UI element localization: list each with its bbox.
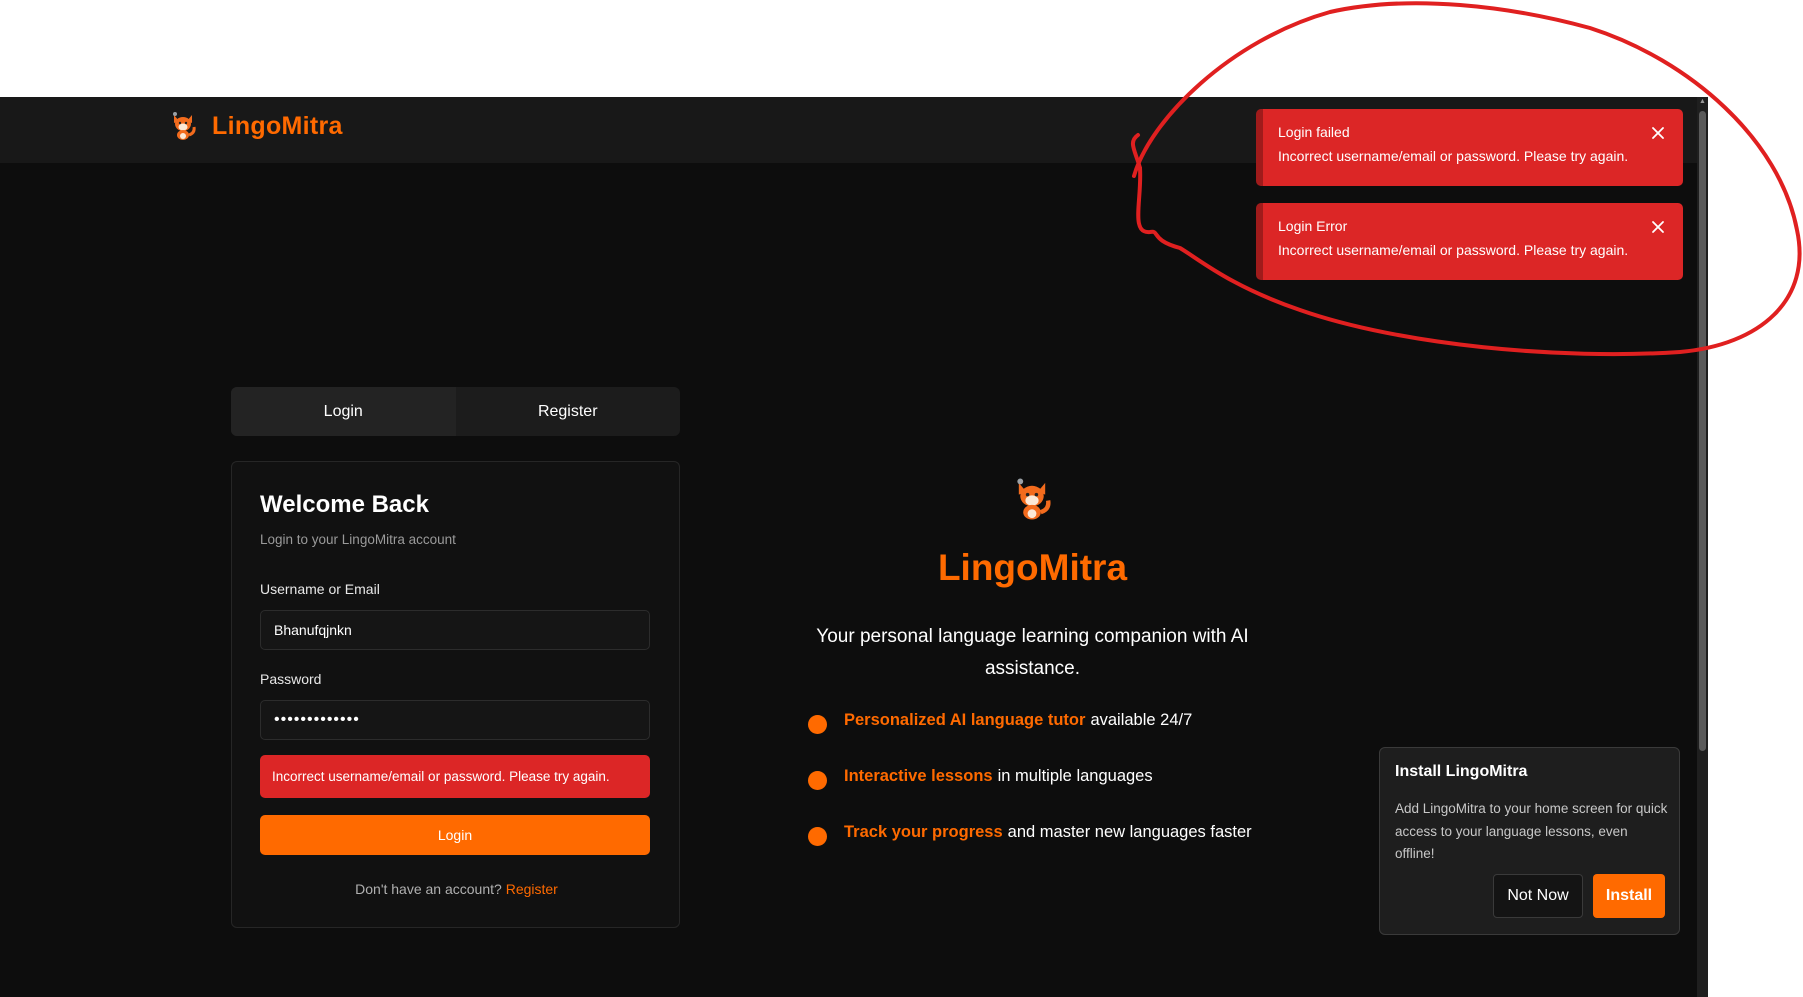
login-card: Welcome Back Login to your LingoMitra ac… <box>231 461 680 928</box>
toast-message: Incorrect username/email or password. Pl… <box>1278 242 1629 258</box>
scroll-up-arrow-icon[interactable]: ▲ <box>1698 97 1707 107</box>
feature-text: in multiple languages <box>997 767 1153 785</box>
install-button[interactable]: Install <box>1593 874 1665 918</box>
brand-name: LingoMitra <box>212 111 343 140</box>
card-subtitle: Login to your LingoMitra account <box>260 532 456 547</box>
tab-login[interactable]: Login <box>231 387 456 436</box>
register-prompt: Don't have an account? Register <box>232 881 681 897</box>
feature-highlight: Interactive lessons <box>844 767 993 785</box>
register-link[interactable]: Register <box>506 881 558 897</box>
toast-message: Incorrect username/email or password. Pl… <box>1278 148 1629 164</box>
bullet-dot-icon <box>808 827 827 846</box>
auth-tabs: Login Register <box>231 387 680 436</box>
feature-highlight: Personalized AI language tutor <box>844 711 1086 729</box>
not-now-button[interactable]: Not Now <box>1493 874 1583 918</box>
feature-item: Personalized AI language tutor available… <box>808 707 1192 734</box>
scrollbar[interactable]: ▲ <box>1697 97 1708 997</box>
toast-title: Login failed <box>1278 124 1350 140</box>
bullet-dot-icon <box>808 715 827 734</box>
install-title: Install LingoMitra <box>1395 763 1528 780</box>
register-prompt-text: Don't have an account? <box>355 881 502 897</box>
card-title: Welcome Back <box>260 491 429 518</box>
install-prompt: Install LingoMitra Add LingoMitra to you… <box>1379 747 1680 935</box>
feature-text: available 24/7 <box>1090 711 1193 729</box>
hero-title: LingoMitra <box>937 547 1128 588</box>
screenshot-stage: LingoMitra Login Register Welcome Back L… <box>0 0 1803 997</box>
close-icon[interactable] <box>1649 218 1667 236</box>
password-input[interactable]: ••••••••••••• <box>260 700 650 740</box>
feature-item: Interactive lessons in multiple language… <box>808 763 1153 790</box>
close-icon[interactable] <box>1649 124 1667 142</box>
fox-mascot-icon <box>173 112 196 140</box>
hero-tagline: Your personal language learning companio… <box>816 626 1249 679</box>
fox-mascot-icon <box>1017 478 1051 520</box>
error-toast: Login Error Incorrect username/email or … <box>1256 203 1683 280</box>
username-input[interactable]: Bhanufqjnkn <box>260 610 650 650</box>
scrollbar-thumb[interactable] <box>1699 111 1706 751</box>
password-label: Password <box>260 671 322 687</box>
login-button[interactable]: Login <box>260 815 650 855</box>
bullet-dot-icon <box>808 771 827 790</box>
install-description: Add LingoMitra to your home screen for q… <box>1395 801 1668 861</box>
toast-title: Login Error <box>1278 218 1348 234</box>
feature-highlight: Track your progress <box>844 823 1003 841</box>
form-error-message: Incorrect username/email or password. Pl… <box>260 755 650 798</box>
app-window: LingoMitra Login Register Welcome Back L… <box>0 97 1708 997</box>
brand[interactable]: LingoMitra <box>170 111 343 141</box>
tab-register[interactable]: Register <box>456 387 681 436</box>
feature-item: Track your progress and master new langu… <box>808 819 1252 846</box>
feature-text: and master new languages faster <box>1007 823 1252 841</box>
error-toast: Login failed Incorrect username/email or… <box>1256 109 1683 186</box>
username-label: Username or Email <box>260 581 380 597</box>
